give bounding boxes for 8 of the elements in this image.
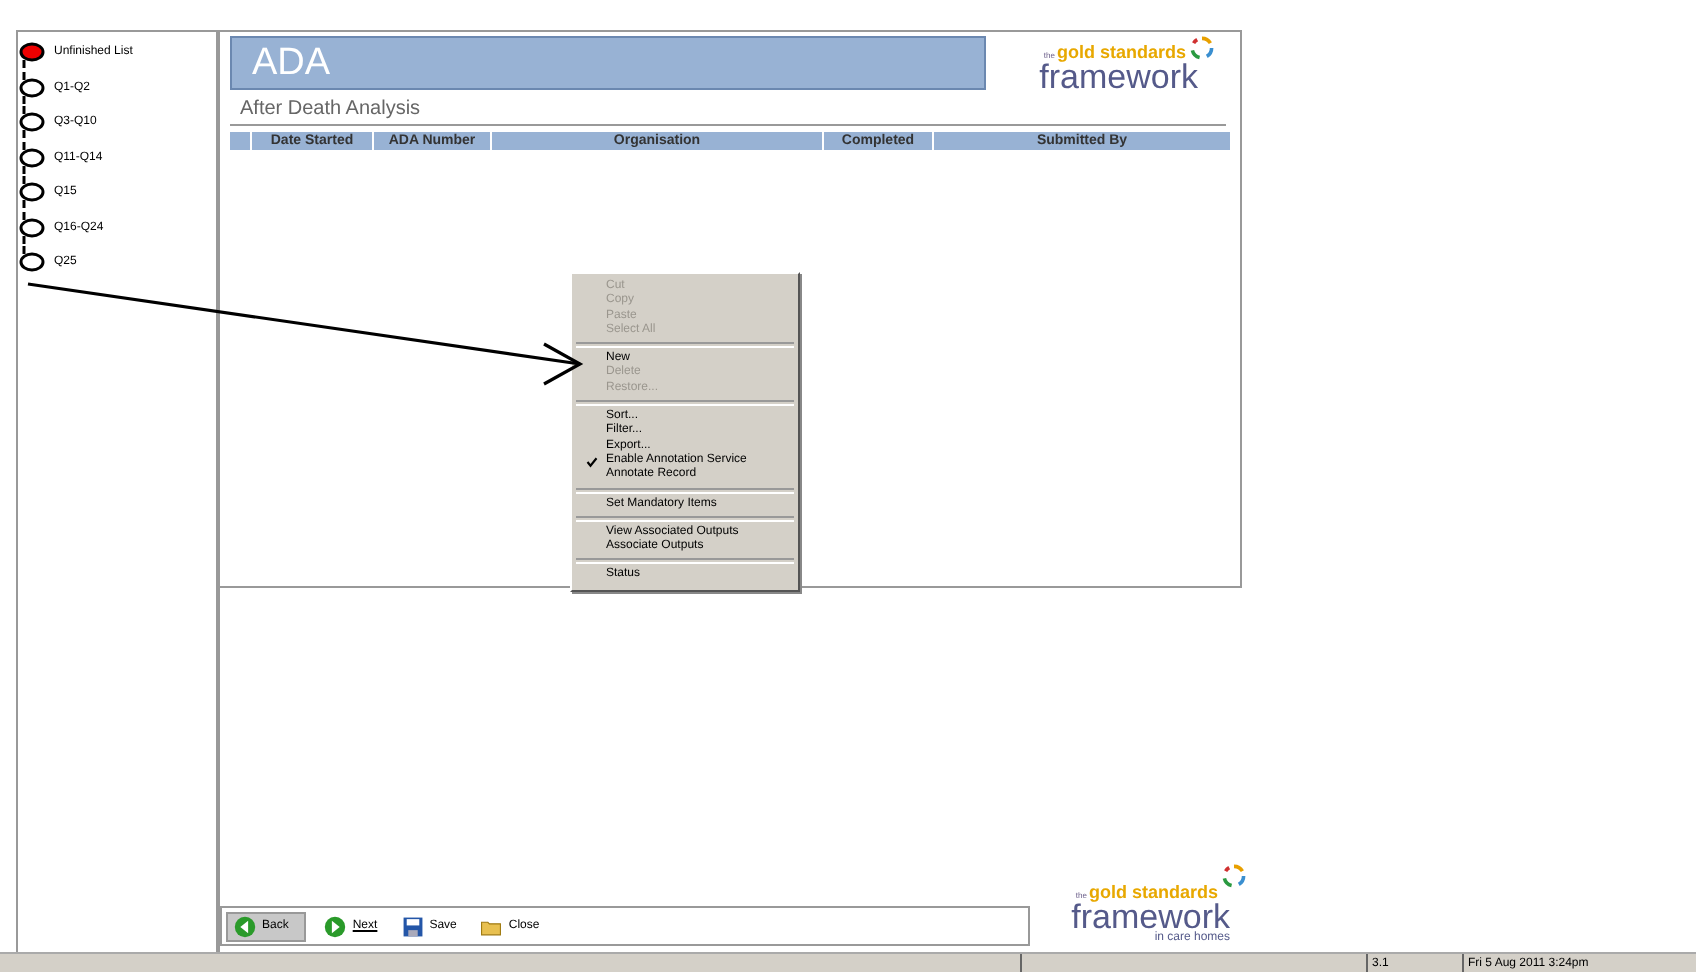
logo-ring-icon <box>1222 864 1246 888</box>
logo-ring-icon <box>1190 36 1214 60</box>
logo-text: gold standards <box>1056 44 1186 62</box>
page-subtitle: After Death Analysis <box>230 98 1226 126</box>
logo-text: gold standards <box>1088 884 1218 902</box>
logo-text: framework <box>1071 902 1230 932</box>
logo-text: framework <box>1039 62 1198 92</box>
page-title: ADA <box>252 41 331 85</box>
